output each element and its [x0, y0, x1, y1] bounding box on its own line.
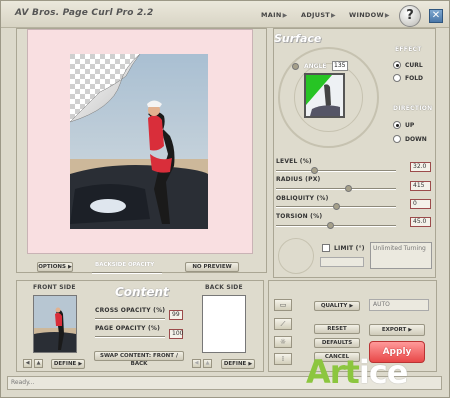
torsion-label: TORSION (%) — [276, 213, 323, 220]
surface-title: Surface — [274, 32, 322, 45]
app-window: AV Bros. Page Curl Pro 2.2 MAIN▶ ADJUST▶… — [0, 0, 450, 398]
menu-main-arrow-icon: ▶ — [282, 12, 288, 19]
define-front-button[interactable]: DEFINE ▶ — [51, 359, 85, 369]
close-button[interactable]: ✕ — [429, 9, 443, 23]
radius-label: RADIUS (PX) — [276, 176, 321, 183]
menu-adjust-arrow-icon: ▶ — [331, 12, 336, 19]
options-arrow-icon: ▶ — [67, 264, 72, 270]
preview-canvas[interactable] — [27, 29, 253, 254]
quality-button[interactable]: QUALITY ▶ — [314, 301, 360, 311]
back-side-label: BACK SIDE — [205, 284, 243, 291]
radius-slider[interactable] — [276, 188, 396, 190]
content-panel: FRONT SIDE Content CROSS OPACITY (%) 99 … — [16, 280, 264, 372]
direction-down-label: DOWN — [405, 136, 427, 143]
limit-checkbox[interactable] — [322, 244, 330, 252]
quality-value: AUTO — [369, 299, 429, 311]
level-field[interactable]: 32.0 — [410, 162, 431, 172]
export-button[interactable]: EXPORT ▶ — [369, 324, 425, 336]
options-button[interactable]: OPTIONS ▶ — [37, 262, 73, 272]
content-title: Content — [115, 285, 169, 299]
direction-up-label: UP — [405, 122, 415, 129]
define-back-arrow-icon: ▶ — [248, 361, 253, 367]
no-preview-button[interactable]: NO PREVIEW — [185, 262, 239, 272]
menu-adjust[interactable]: ADJUST▶ — [301, 11, 336, 19]
page-opacity-label: PAGE OPACITY (%) — [95, 325, 161, 332]
menu-window[interactable]: WINDOW▶ — [349, 11, 390, 19]
direction-up-radio[interactable] — [393, 121, 401, 129]
app-title: AV Bros. Page Curl Pro 2.2 — [15, 8, 154, 18]
direction-label: DIRECTION — [393, 105, 433, 112]
effect-label: EFFECT — [395, 46, 422, 53]
front-prev-button[interactable]: ▲ — [34, 359, 43, 368]
angle-dial-knob[interactable] — [292, 63, 299, 70]
tool-grid-icon[interactable]: ⁞ — [274, 353, 292, 365]
cross-opacity-slider[interactable] — [95, 318, 165, 320]
quality-arrow-icon: ▶ — [349, 303, 354, 309]
effect-curl-label: CURL — [405, 62, 423, 69]
preview-image — [70, 54, 208, 229]
effect-curl-radio[interactable] — [393, 61, 401, 69]
torsion-field[interactable]: 45.0 — [410, 217, 431, 227]
torsion-slider[interactable] — [276, 225, 396, 227]
front-side-photo — [34, 296, 76, 352]
limit-field[interactable] — [320, 257, 364, 267]
cross-opacity-label: CROSS OPACITY (%) — [95, 307, 166, 314]
radius-slider-knob[interactable] — [345, 185, 352, 192]
limit-dial[interactable] — [278, 238, 314, 274]
obliquity-field[interactable]: 0 — [410, 199, 431, 209]
menu-main[interactable]: MAIN▶ — [261, 11, 287, 19]
surface-panel: Surface ANGLE 135 EFFECT CURL FOLD DIREC… — [273, 28, 436, 278]
effect-fold-radio[interactable] — [393, 74, 401, 82]
back-prev-button[interactable]: ▲ — [203, 359, 212, 368]
curled-photo-graphic — [70, 54, 208, 229]
page-opacity-slider[interactable] — [95, 336, 165, 338]
angle-thumbnail-graphic — [306, 75, 343, 116]
backside-opacity-label: BACKSIDE OPACITY — [95, 262, 155, 268]
define-front-arrow-icon: ▶ — [78, 361, 83, 367]
angle-thumbnail — [304, 73, 345, 118]
cross-opacity-field[interactable]: 99 — [169, 310, 183, 320]
preview-panel: OPTIONS ▶ BACKSIDE OPACITY NO PREVIEW — [16, 28, 267, 274]
front-first-button[interactable]: ◀ — [23, 359, 32, 368]
backside-opacity-slider[interactable] — [92, 272, 162, 274]
define-back-button[interactable]: DEFINE ▶ — [221, 359, 255, 369]
help-button[interactable]: ? — [399, 5, 421, 27]
level-slider[interactable] — [276, 170, 396, 172]
tool-wand-icon[interactable]: ⟋ — [274, 318, 292, 330]
obliquity-slider-knob[interactable] — [333, 203, 340, 210]
tool-page-icon[interactable]: ▭ — [274, 299, 292, 311]
limit-label: LIMIT (°) — [334, 245, 365, 252]
watermark-logo: Artice — [306, 353, 408, 391]
page-opacity-field[interactable]: 100 — [169, 329, 183, 339]
direction-down-radio[interactable] — [393, 135, 401, 143]
obliquity-label: OBLIQUITY (%) — [276, 195, 329, 202]
radius-field[interactable]: 415 — [410, 181, 431, 191]
level-slider-knob[interactable] — [311, 167, 319, 174]
export-arrow-icon: ▶ — [408, 327, 413, 333]
effect-fold-label: FOLD — [405, 75, 424, 82]
front-side-thumbnail[interactable] — [33, 295, 77, 353]
reset-button[interactable]: RESET — [314, 324, 360, 334]
torsion-slider-knob[interactable] — [327, 222, 334, 229]
angle-field[interactable]: 135 — [332, 61, 348, 71]
level-label: LEVEL (%) — [276, 158, 312, 165]
back-side-thumbnail[interactable] — [202, 295, 246, 353]
defaults-button[interactable]: DEFAULTS — [314, 338, 360, 348]
swap-content-button[interactable]: SWAP CONTENT: FRONT / BACK — [94, 351, 184, 367]
angle-label: ANGLE — [304, 63, 327, 70]
front-side-label: FRONT SIDE — [33, 284, 76, 291]
menu-window-arrow-icon: ▶ — [384, 12, 390, 19]
limit-value: Unlimited Turning — [370, 242, 432, 269]
tool-light-icon[interactable]: ☼ — [274, 336, 292, 348]
back-first-button[interactable]: ◀ — [192, 359, 201, 368]
title-bar: AV Bros. Page Curl Pro 2.2 MAIN▶ ADJUST▶… — [1, 1, 449, 28]
